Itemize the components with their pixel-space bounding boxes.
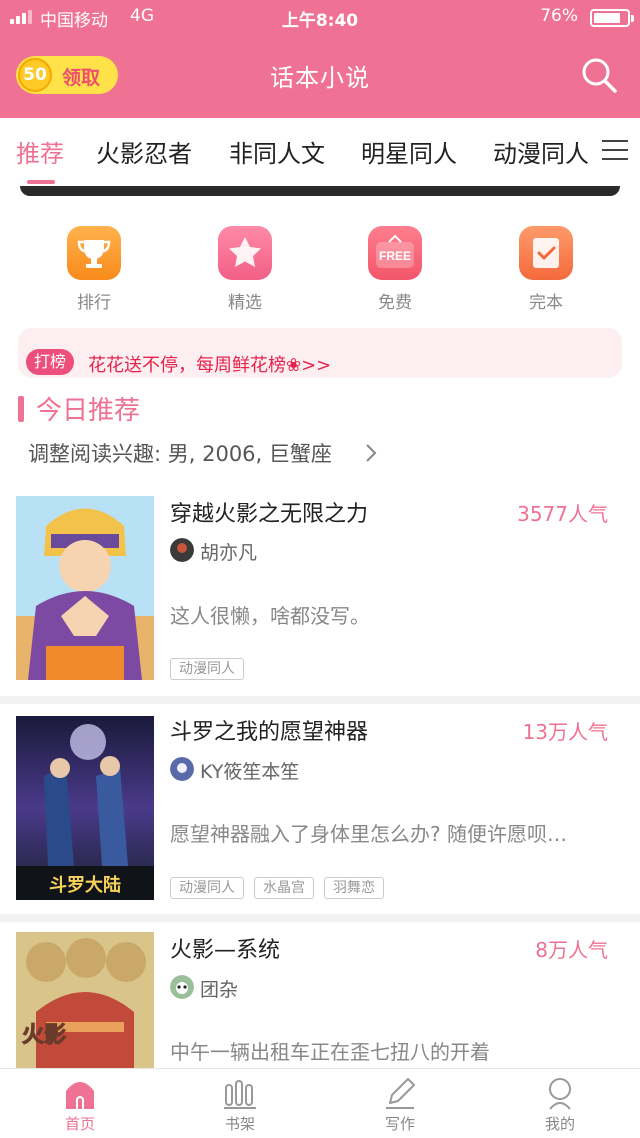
book-title: 穿越火影之无限之力 (170, 502, 369, 527)
home-icon (66, 1082, 94, 1109)
active-tab-indicator (27, 180, 55, 184)
book-popularity: 3577人气 (517, 502, 608, 526)
flower-ranking-notice[interactable]: 打榜 花花送不停，每周鲜花榜❀>> (18, 328, 622, 378)
free-icon: FREE (368, 226, 422, 280)
book-item[interactable]: 火影 火影—系统 8万人气 团杂 中午一辆出租车正在歪七扭八的开着 (0, 932, 640, 1068)
check-book-icon (519, 226, 573, 280)
trophy-icon (67, 226, 121, 280)
book-description: 这人很懒，啥都没写。 (170, 604, 370, 628)
banner-carousel[interactable] (20, 186, 620, 196)
entry-ranking[interactable]: 排行 (54, 222, 134, 313)
entry-completed[interactable]: 完本 (506, 222, 586, 313)
book-tag[interactable]: 动漫同人 (170, 877, 244, 899)
tab-non-fanfic[interactable]: 非同人文 (229, 134, 325, 169)
nav-bookshelf[interactable]: 书架 (200, 1075, 280, 1134)
entry-free[interactable]: FREE 免费 (355, 222, 435, 313)
nav-label: 首页 (64, 1115, 95, 1133)
user-icon (549, 1078, 571, 1110)
book-tags: 动漫同人 水晶宫 羽舞恋 (170, 877, 384, 899)
nav-write[interactable]: 写作 (360, 1075, 440, 1134)
book-popularity: 8万人气 (535, 938, 608, 962)
bottom-nav: 首页 书架 写作 我的 (0, 1068, 640, 1138)
book-title: 斗罗之我的愿望神器 (170, 720, 369, 745)
section-title: 今日推荐 (36, 396, 141, 426)
search-icon[interactable] (580, 56, 618, 94)
free-icon-text: FREE (379, 249, 411, 263)
battery-percent: 76% (540, 6, 578, 26)
book-cover: 斗罗大陆 (16, 716, 154, 900)
tab-naruto[interactable]: 火影忍者 (96, 134, 192, 169)
book-title: 火影—系统 (170, 938, 281, 963)
notice-text: 花花送不停，每周鲜花榜❀>> (88, 355, 332, 376)
tab-celebrity-fanfic[interactable]: 明星同人 (361, 134, 457, 169)
app-title: 话本小说 (270, 64, 370, 92)
avatar (170, 975, 194, 999)
book-author: 胡亦凡 (200, 542, 258, 564)
entry-label: 精选 (228, 293, 262, 313)
book-cover: 火影 (16, 932, 154, 1068)
book-tag[interactable]: 动漫同人 (170, 658, 244, 680)
book-tag[interactable]: 羽舞恋 (324, 877, 384, 899)
category-tabs: 推荐 火影忍者 非同人文 明星同人 动漫同人 (0, 118, 640, 186)
tab-recommend[interactable]: 推荐 (16, 134, 64, 169)
reading-preferences-link[interactable]: 调整阅读兴趣: 男, 2006, 巨蟹座 (28, 438, 332, 468)
avatar (170, 757, 194, 781)
entry-featured[interactable]: 精选 (205, 222, 285, 313)
book-item[interactable]: 斗罗大陆 斗罗之我的愿望神器 13万人气 KY筱笙本笙 愿望神器融入了身体里怎么… (0, 714, 640, 914)
cover-title: 火影 (22, 1023, 66, 1048)
book-popularity: 13万人气 (522, 720, 608, 744)
divider (0, 696, 640, 704)
section-marker (18, 396, 24, 422)
book-item[interactable]: 穿越火影之无限之力 3577人气 胡亦凡 这人很懒，啥都没写。 动漫同人 (0, 496, 640, 696)
pencil-icon (386, 1078, 415, 1109)
divider (0, 914, 640, 922)
battery-icon (590, 9, 634, 27)
book-cover (16, 496, 154, 680)
book-description: 愿望神器融入了身体里怎么办? 随便许愿呗… (170, 822, 567, 846)
nav-home[interactable]: 首页 (40, 1075, 120, 1134)
status-bar: 中国移动 4G 上午8:40 76% (0, 0, 640, 34)
avatar (170, 538, 194, 562)
star-icon (218, 226, 272, 280)
entry-label: 完本 (529, 293, 563, 313)
tab-anime-fanfic[interactable]: 动漫同人 (493, 134, 589, 169)
entry-label: 排行 (77, 293, 111, 313)
bookshelf-icon (224, 1080, 256, 1109)
nav-label: 我的 (544, 1115, 575, 1133)
chevron-right-icon (366, 444, 377, 462)
cover-title: 斗罗大陆 (49, 874, 121, 896)
nav-label: 写作 (384, 1115, 415, 1133)
book-tags: 动漫同人 (170, 658, 244, 680)
book-author: KY筱笙本笙 (200, 761, 300, 783)
quick-entries: 排行 精选 FREE 免费 完本 (0, 222, 640, 322)
menu-icon[interactable] (602, 140, 628, 162)
nav-label: 书架 (224, 1115, 255, 1133)
top-bar: 中国移动 4G 上午8:40 76% 50 领取 话本小说 (0, 0, 640, 118)
book-tag[interactable]: 水晶宫 (254, 877, 314, 899)
book-description: 中午一辆出租车正在歪七扭八的开着 (170, 1040, 490, 1064)
book-author: 团杂 (200, 979, 239, 1001)
nav-profile[interactable]: 我的 (520, 1075, 600, 1134)
notice-badge: 打榜 (26, 349, 75, 375)
entry-label: 免费 (378, 293, 412, 313)
